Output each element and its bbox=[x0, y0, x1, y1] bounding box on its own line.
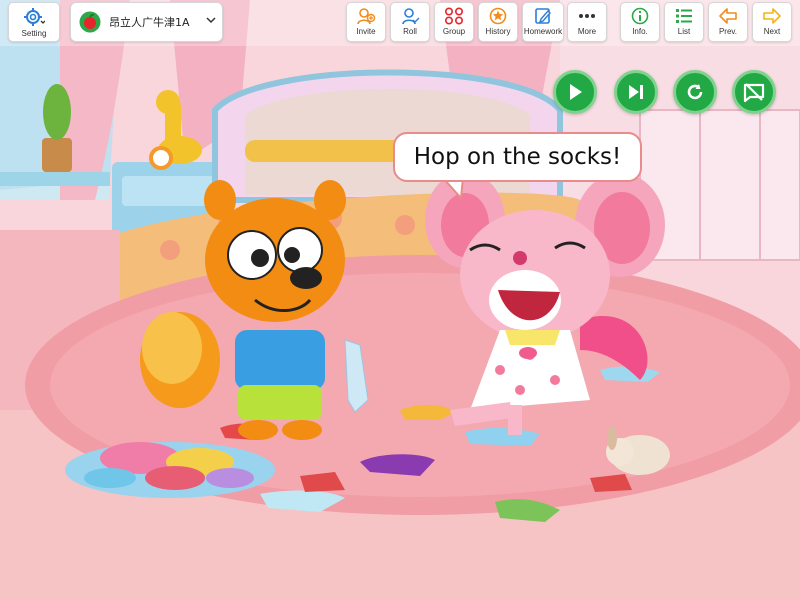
list-button[interactable]: List bbox=[664, 2, 704, 42]
hide-subtitle-button[interactable] bbox=[732, 70, 776, 114]
homework-icon bbox=[535, 8, 551, 24]
info-label: Info. bbox=[632, 27, 648, 36]
class-name: 昂立人广牛津1A bbox=[109, 16, 190, 29]
top-toolbar: Setting 昂立人广牛津1A Invite Roll Group Histo… bbox=[0, 0, 800, 46]
info-button[interactable]: Info. bbox=[620, 2, 660, 42]
chevron-down-icon bbox=[206, 17, 216, 24]
roll-label: Roll bbox=[403, 27, 417, 36]
next-label: Next bbox=[763, 27, 781, 36]
history-icon bbox=[489, 7, 507, 25]
setting-button[interactable]: Setting bbox=[8, 2, 60, 42]
roll-icon bbox=[402, 8, 420, 25]
play-icon bbox=[570, 84, 582, 100]
history-button[interactable]: History bbox=[478, 2, 518, 42]
replay-icon bbox=[687, 84, 703, 100]
invite-button[interactable]: Invite bbox=[346, 2, 386, 42]
list-icon bbox=[676, 9, 692, 23]
prev-arrow-icon bbox=[719, 8, 737, 24]
speech-text: Hop on the socks! bbox=[413, 144, 622, 170]
next-button[interactable]: Next bbox=[752, 2, 792, 42]
prev-label: Prev. bbox=[718, 27, 738, 36]
history-label: History bbox=[485, 27, 511, 36]
homework-label: Homework bbox=[523, 27, 563, 36]
play-button[interactable] bbox=[553, 70, 597, 114]
list-label: List bbox=[677, 27, 691, 36]
more-button[interactable]: More bbox=[567, 2, 607, 42]
more-label: More bbox=[577, 27, 597, 36]
group-label: Group bbox=[442, 27, 466, 36]
homework-button[interactable]: Homework bbox=[522, 2, 564, 42]
more-icon bbox=[579, 14, 595, 18]
gear-icon bbox=[24, 8, 45, 26]
next-arrow-icon bbox=[763, 8, 781, 24]
class-selector[interactable]: 昂立人广牛津1A bbox=[70, 2, 223, 42]
invite-icon bbox=[357, 8, 376, 25]
hide-subtitle-icon bbox=[743, 83, 765, 103]
skip-next-icon bbox=[629, 85, 643, 99]
speech-bubble: Hop on the socks! bbox=[393, 132, 642, 182]
skip-next-button[interactable] bbox=[614, 70, 658, 114]
replay-button[interactable] bbox=[673, 70, 717, 114]
group-icon bbox=[444, 7, 464, 25]
apple-icon bbox=[79, 11, 101, 33]
invite-label: Invite bbox=[356, 27, 376, 36]
prev-button[interactable]: Prev. bbox=[708, 2, 748, 42]
group-button[interactable]: Group bbox=[434, 2, 474, 42]
setting-label: Setting bbox=[21, 29, 47, 38]
info-icon bbox=[631, 7, 649, 25]
roll-button[interactable]: Roll bbox=[390, 2, 430, 42]
